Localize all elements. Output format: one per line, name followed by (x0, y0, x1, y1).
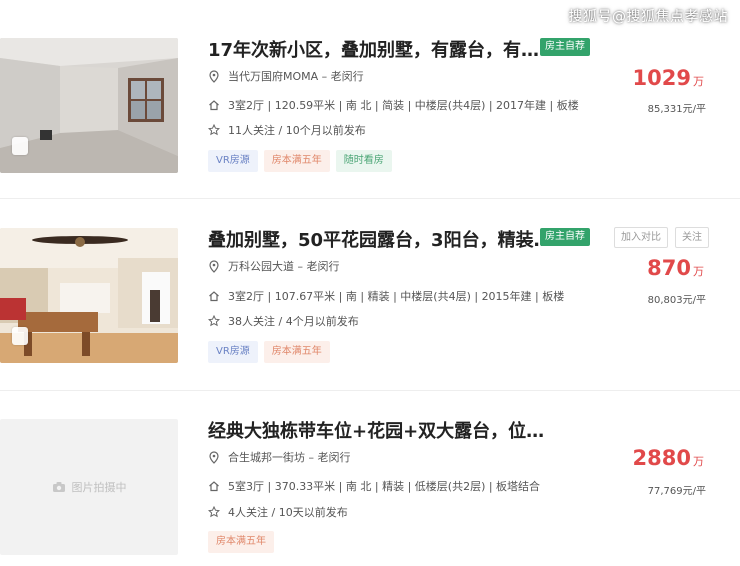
location-line: 合生城邦一街坊 – 老闵行 (208, 449, 351, 465)
photo-placeholder-text: 图片拍摄中 (71, 481, 127, 494)
tag-list: 房本满五年 (208, 531, 274, 553)
house-details: 3室2厅 | 107.67平米 | 南 | 精装 | 中楼层(共4层) | 20… (228, 290, 565, 303)
house-info-line: 5室3厅 | 370.33平米 | 南 北 | 精装 | 低楼层(共2层) | … (208, 478, 540, 494)
follow-button[interactable]: 关注 (675, 227, 709, 248)
location-text[interactable]: 合生城邦一街坊 – 老闵行 (228, 449, 351, 465)
tag-five-years: 房本满五年 (208, 531, 274, 553)
add-to-compare-button[interactable]: 加入对比 (614, 227, 668, 248)
divider (0, 390, 740, 391)
location-pin-icon (209, 450, 219, 464)
follow-info-line: 38人关注 / 4个月以前发布 (208, 313, 359, 329)
unit-price: 77,769元/平 (647, 486, 706, 497)
listing-title[interactable]: 经典大独栋带车位+花园+双大露台，位… (208, 417, 544, 443)
divider (0, 198, 740, 199)
house-details: 5室3厅 | 370.33平米 | 南 北 | 精装 | 低楼层(共2层) | … (228, 480, 541, 493)
star-icon (208, 506, 220, 518)
location-line: 万科公园大道 – 老闵行 (208, 258, 340, 274)
vr-tag-icon (12, 327, 28, 345)
listing-card-3[interactable]: 图片拍摄中 经典大独栋带车位+花园+双大露台，位… 合生城邦一街坊 – 老闵行 … (0, 0, 740, 555)
follow-text: 4人关注 / 10天以前发布 (228, 506, 348, 519)
follow-info-line: 4人关注 / 10天以前发布 (208, 504, 348, 520)
placeholder-content: 图片拍摄中 (0, 479, 178, 495)
location-pin-icon (209, 259, 219, 273)
listing-title[interactable]: 叠加别墅，50平花园露台，3阳台，精装… (208, 226, 552, 252)
price-value: 2880 (632, 446, 691, 470)
tag-vr: VR房源 (208, 341, 258, 363)
follow-text: 38人关注 / 4个月以前发布 (228, 315, 359, 328)
total-price: 870 万 (647, 256, 704, 280)
house-icon (209, 481, 219, 492)
camera-icon (52, 482, 65, 492)
star-icon (208, 315, 220, 327)
price-unit: 万 (693, 265, 704, 278)
total-price: 2880 万 (633, 446, 704, 470)
unit-price: 80,803元/平 (647, 295, 706, 306)
location-text[interactable]: 万科公园大道 – 老闵行 (228, 258, 340, 274)
house-info-line: 3室2厅 | 107.67平米 | 南 | 精装 | 中楼层(共4层) | 20… (208, 288, 564, 304)
price-value: 870 (647, 256, 691, 280)
tag-five-years: 房本满五年 (263, 341, 330, 363)
tag-list: VR房源 房本满五年 (208, 341, 330, 363)
listing-photo-placeholder[interactable]: 图片拍摄中 (0, 419, 178, 555)
house-icon (209, 291, 219, 302)
listing-photo[interactable] (0, 228, 178, 363)
price-unit: 万 (693, 455, 704, 468)
owner-recommended-badge: 房主自荐 (540, 228, 590, 246)
